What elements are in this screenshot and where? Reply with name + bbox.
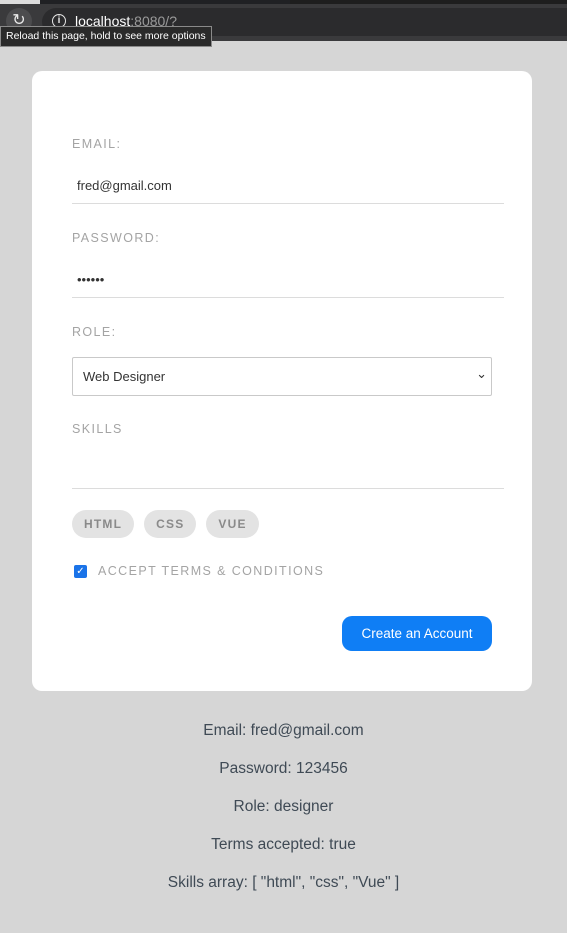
terms-checkbox[interactable]: ✓ (74, 565, 87, 578)
browser-toolbar: ↻ i localhost:8080/? Reload this page, h… (0, 0, 567, 47)
output-email: Email: fred@gmail.com (203, 722, 364, 739)
skill-chip-list: HTML CSS VUE (72, 510, 259, 538)
skill-chip-css[interactable]: CSS (144, 510, 197, 538)
terms-label[interactable]: ACCEPT TERMS & CONDITIONS (98, 564, 324, 578)
password-field[interactable] (72, 262, 504, 298)
email-label: EMAIL: (72, 137, 122, 151)
skill-chip-vue[interactable]: VUE (206, 510, 259, 538)
output-terms: Terms accepted: true (211, 836, 356, 853)
output-password: Password: 123456 (219, 760, 348, 777)
password-label: PASSWORD: (72, 231, 161, 245)
form-output: Email: fred@gmail.com Password: 123456 R… (0, 720, 567, 910)
tab-inactive[interactable] (290, 0, 567, 4)
role-select[interactable]: Web Designer ⌄ (72, 357, 492, 396)
skills-input-underline (72, 488, 504, 489)
skills-label: SKILLS (72, 422, 123, 436)
output-skills: Skills array: [ "html", "css", "Vue" ] (167, 874, 400, 891)
role-selected-value: Web Designer (83, 369, 166, 384)
create-account-button[interactable]: Create an Account (342, 616, 492, 651)
role-label: ROLE: (72, 325, 117, 339)
skills-input[interactable] (72, 452, 504, 488)
signup-form-card: EMAIL: PASSWORD: ROLE: Web Designer ⌄ SK… (32, 71, 532, 691)
reload-tooltip: Reload this page, hold to see more optio… (0, 26, 212, 47)
email-field[interactable] (72, 168, 504, 204)
tab-active-edge (0, 0, 40, 4)
skill-chip-html[interactable]: HTML (72, 510, 135, 538)
output-role: Role: designer (233, 798, 334, 815)
chevron-down-icon: ⌄ (476, 366, 487, 381)
